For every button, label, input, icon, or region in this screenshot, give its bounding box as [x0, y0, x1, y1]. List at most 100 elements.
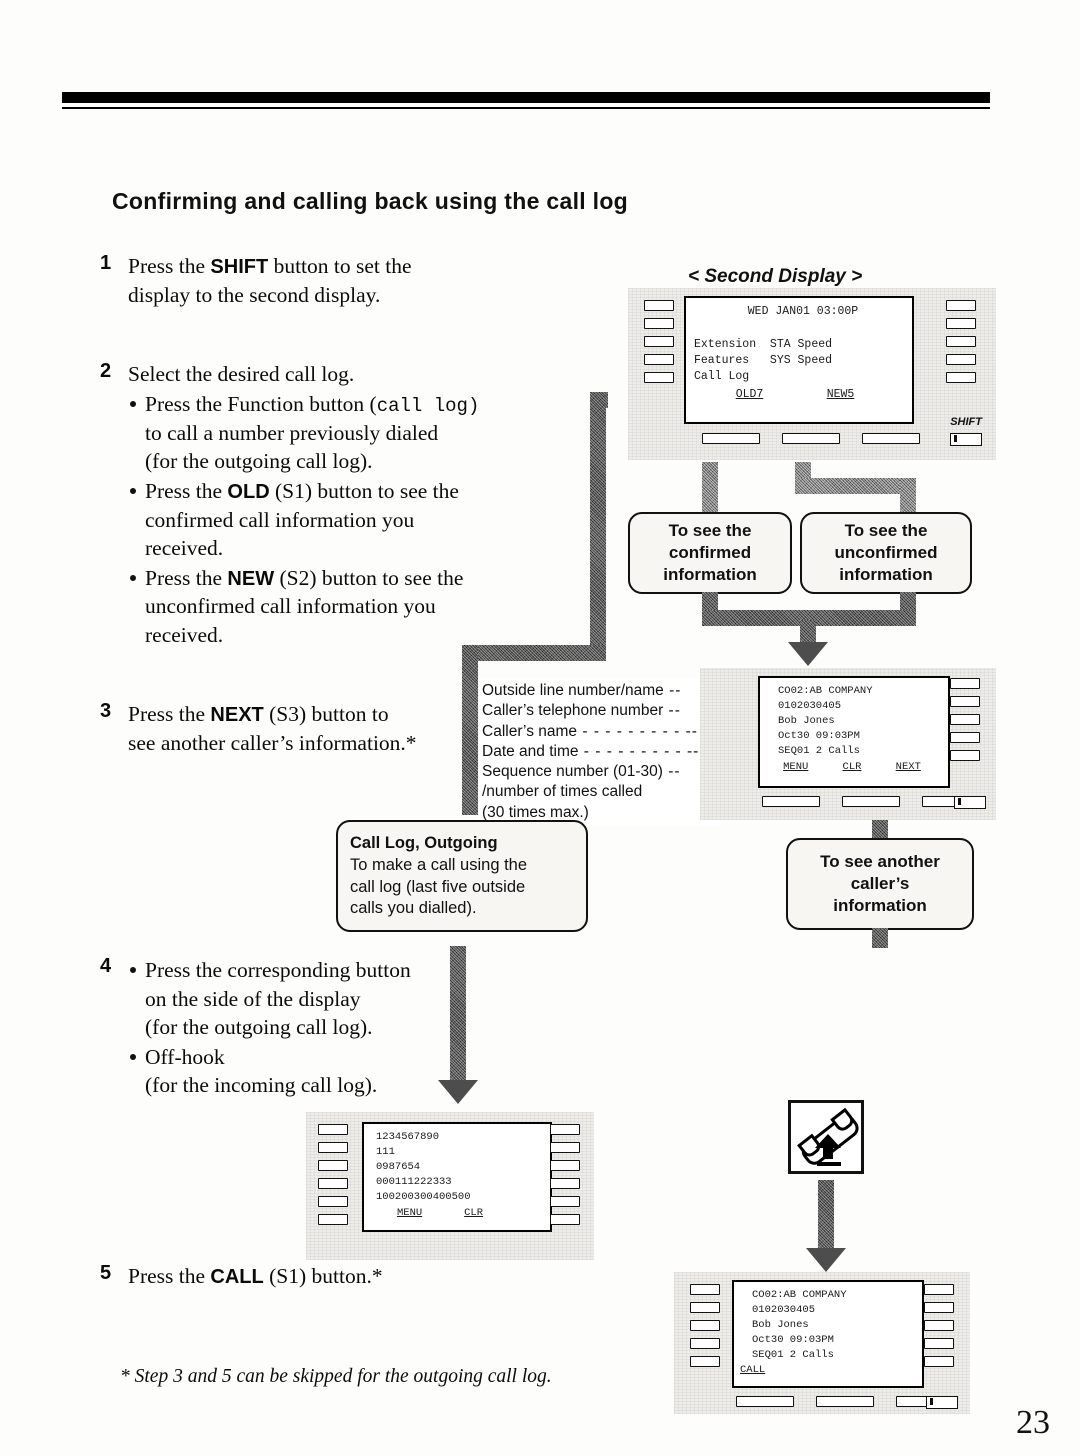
outgoing-left-key-4[interactable]	[318, 1178, 348, 1189]
softkey-clr[interactable]: CLR	[843, 761, 862, 773]
left-key-3[interactable]	[644, 336, 674, 347]
bottom-key-3[interactable]	[862, 433, 920, 444]
detail-right-keys[interactable]	[950, 678, 980, 768]
step-4-number: 4	[100, 955, 112, 977]
outgoing-left-key-3[interactable]	[318, 1160, 348, 1171]
step-2-lead: Select the desired call log.	[128, 362, 355, 386]
detail-right-key-2[interactable]	[950, 696, 980, 707]
flow-arrow-to-unconfirmed-v2	[900, 478, 916, 516]
final-bottom-key-2[interactable]	[816, 1396, 874, 1407]
final-right-key-4[interactable]	[924, 1338, 954, 1349]
final-line-2: 0102030405	[752, 1303, 816, 1316]
right-key-4[interactable]	[946, 354, 976, 365]
softkey-next[interactable]: NEXT	[896, 761, 921, 773]
bottom-softkey-row[interactable]	[702, 433, 942, 444]
detail-bottom-key-1[interactable]	[762, 796, 820, 807]
left-key-1[interactable]	[644, 300, 674, 311]
final-left-key-4[interactable]	[690, 1338, 720, 1349]
right-key-5[interactable]	[946, 372, 976, 383]
final-line-4: Oct30 09:03PM	[752, 1333, 834, 1346]
shift-key[interactable]	[950, 433, 982, 446]
right-key-1[interactable]	[946, 300, 976, 311]
detail-right-key-3[interactable]	[950, 714, 980, 725]
left-key-5[interactable]	[644, 372, 674, 383]
old-text-a: Press the	[145, 479, 228, 504]
softkey-old7[interactable]: OLD7	[736, 388, 764, 401]
step-2-bullet-1: Press the Function button (call log) to …	[128, 390, 479, 476]
call-text-c: (S1) button.*	[263, 1264, 383, 1288]
softkey-new5[interactable]: NEW5	[827, 388, 855, 401]
fn-text-c: to call a number previously dialed	[145, 420, 439, 445]
outgoing-left-key-1[interactable]	[318, 1124, 348, 1135]
left-softkey-column[interactable]	[644, 300, 674, 390]
second-display-label: < Second Display >	[688, 266, 863, 287]
annot-dots-5: --	[662, 763, 681, 781]
annot-label-outside-line: Outside line number/name	[482, 682, 664, 699]
detail-shift-key[interactable]	[954, 796, 986, 809]
outgoing-left-key-5[interactable]	[318, 1196, 348, 1207]
outgoing-right-key-4[interactable]	[550, 1178, 580, 1189]
step-4-bullet-1: Press the corresponding button on the si…	[128, 956, 411, 1042]
flow-arrow-to-unconfirmed-h	[795, 478, 916, 494]
final-shift-key[interactable]	[926, 1396, 958, 1409]
final-left-key-3[interactable]	[690, 1320, 720, 1331]
outgoing-right-keys[interactable]	[550, 1124, 580, 1232]
final-bottom-key-1[interactable]	[736, 1396, 794, 1407]
final-left-keys[interactable]	[690, 1284, 720, 1374]
flow-arrow-to-confirmed	[702, 462, 718, 514]
flow-step4-vertical	[450, 946, 466, 1084]
right-softkey-column[interactable]	[946, 300, 976, 390]
final-right-key-1[interactable]	[924, 1284, 954, 1295]
final-left-key-5[interactable]	[690, 1356, 720, 1367]
flow-step4-arrowhead	[438, 1080, 478, 1104]
outgoing-right-key-5[interactable]	[550, 1196, 580, 1207]
callout-unconfirmed: To see the unconfirmed information	[800, 512, 972, 594]
detail-right-key-5[interactable]	[950, 750, 980, 761]
outgoing-right-key-3[interactable]	[550, 1160, 580, 1171]
call-text-a: Press the	[128, 1264, 211, 1288]
detail-right-key-1[interactable]	[950, 678, 980, 689]
outgoing-line-1: 1234567890	[376, 1131, 440, 1143]
step-4-b2-l1: Off-hook	[145, 1044, 225, 1069]
final-right-key-2[interactable]	[924, 1302, 954, 1313]
outgoing-softkey-menu[interactable]: MENU	[397, 1207, 422, 1219]
detail-bottom-key-2[interactable]	[842, 796, 900, 807]
outgoing-left-keys[interactable]	[318, 1124, 348, 1232]
annot-label-caller-name: Caller’s name	[482, 722, 578, 740]
softkey-menu[interactable]: MENU	[783, 761, 808, 773]
callout-unconfirmed-l3: information	[839, 564, 933, 584]
detail-right-key-4[interactable]	[950, 732, 980, 743]
header-rule-thin	[62, 107, 990, 109]
outgoing-left-key-6[interactable]	[318, 1214, 348, 1225]
outgoing-right-key-2[interactable]	[550, 1142, 580, 1153]
final-right-key-5[interactable]	[924, 1356, 954, 1367]
bottom-key-1[interactable]	[702, 433, 760, 444]
callout-confirmed-l2: confirmed	[668, 543, 752, 563]
final-left-key-2[interactable]	[690, 1302, 720, 1313]
callout-another-caller: To see another caller’s information	[786, 838, 974, 930]
final-softkey-call[interactable]: CALL	[740, 1363, 765, 1378]
right-key-3[interactable]	[946, 336, 976, 347]
handset-offhook-icon	[797, 1107, 859, 1166]
header-rule-thick	[62, 92, 990, 103]
fn-text-a: Press the Function button (	[145, 391, 377, 416]
bottom-key-2[interactable]	[782, 433, 840, 444]
outgoing-log-phone: 1234567890 111 0987654 000111222333 1002…	[306, 1112, 594, 1260]
outgoing-left-key-2[interactable]	[318, 1142, 348, 1153]
right-key-2[interactable]	[946, 318, 976, 329]
step-4: 4 Press the corresponding button on the …	[100, 955, 500, 1100]
outgoing-right-key-1[interactable]	[550, 1124, 580, 1135]
outgoing-softkey-clr[interactable]: CLR	[464, 1207, 483, 1219]
handset-offhook-icon-box	[788, 1100, 864, 1174]
step-4-bullet-2: Off-hook (for the incoming call log).	[128, 1043, 411, 1100]
left-key-2[interactable]	[644, 318, 674, 329]
detail-line-4: Oct30 09:03PM	[778, 729, 860, 742]
final-left-key-1[interactable]	[690, 1284, 720, 1295]
left-key-4[interactable]	[644, 354, 674, 365]
final-right-keys[interactable]	[924, 1284, 954, 1374]
final-line-1: CO02:AB COMPANY	[752, 1289, 847, 1301]
step-4-b2-l2: (for the incoming call log).	[145, 1073, 378, 1098]
outgoing-right-key-6[interactable]	[550, 1214, 580, 1225]
flow-another-caller-down	[872, 928, 888, 948]
final-right-key-3[interactable]	[924, 1320, 954, 1331]
